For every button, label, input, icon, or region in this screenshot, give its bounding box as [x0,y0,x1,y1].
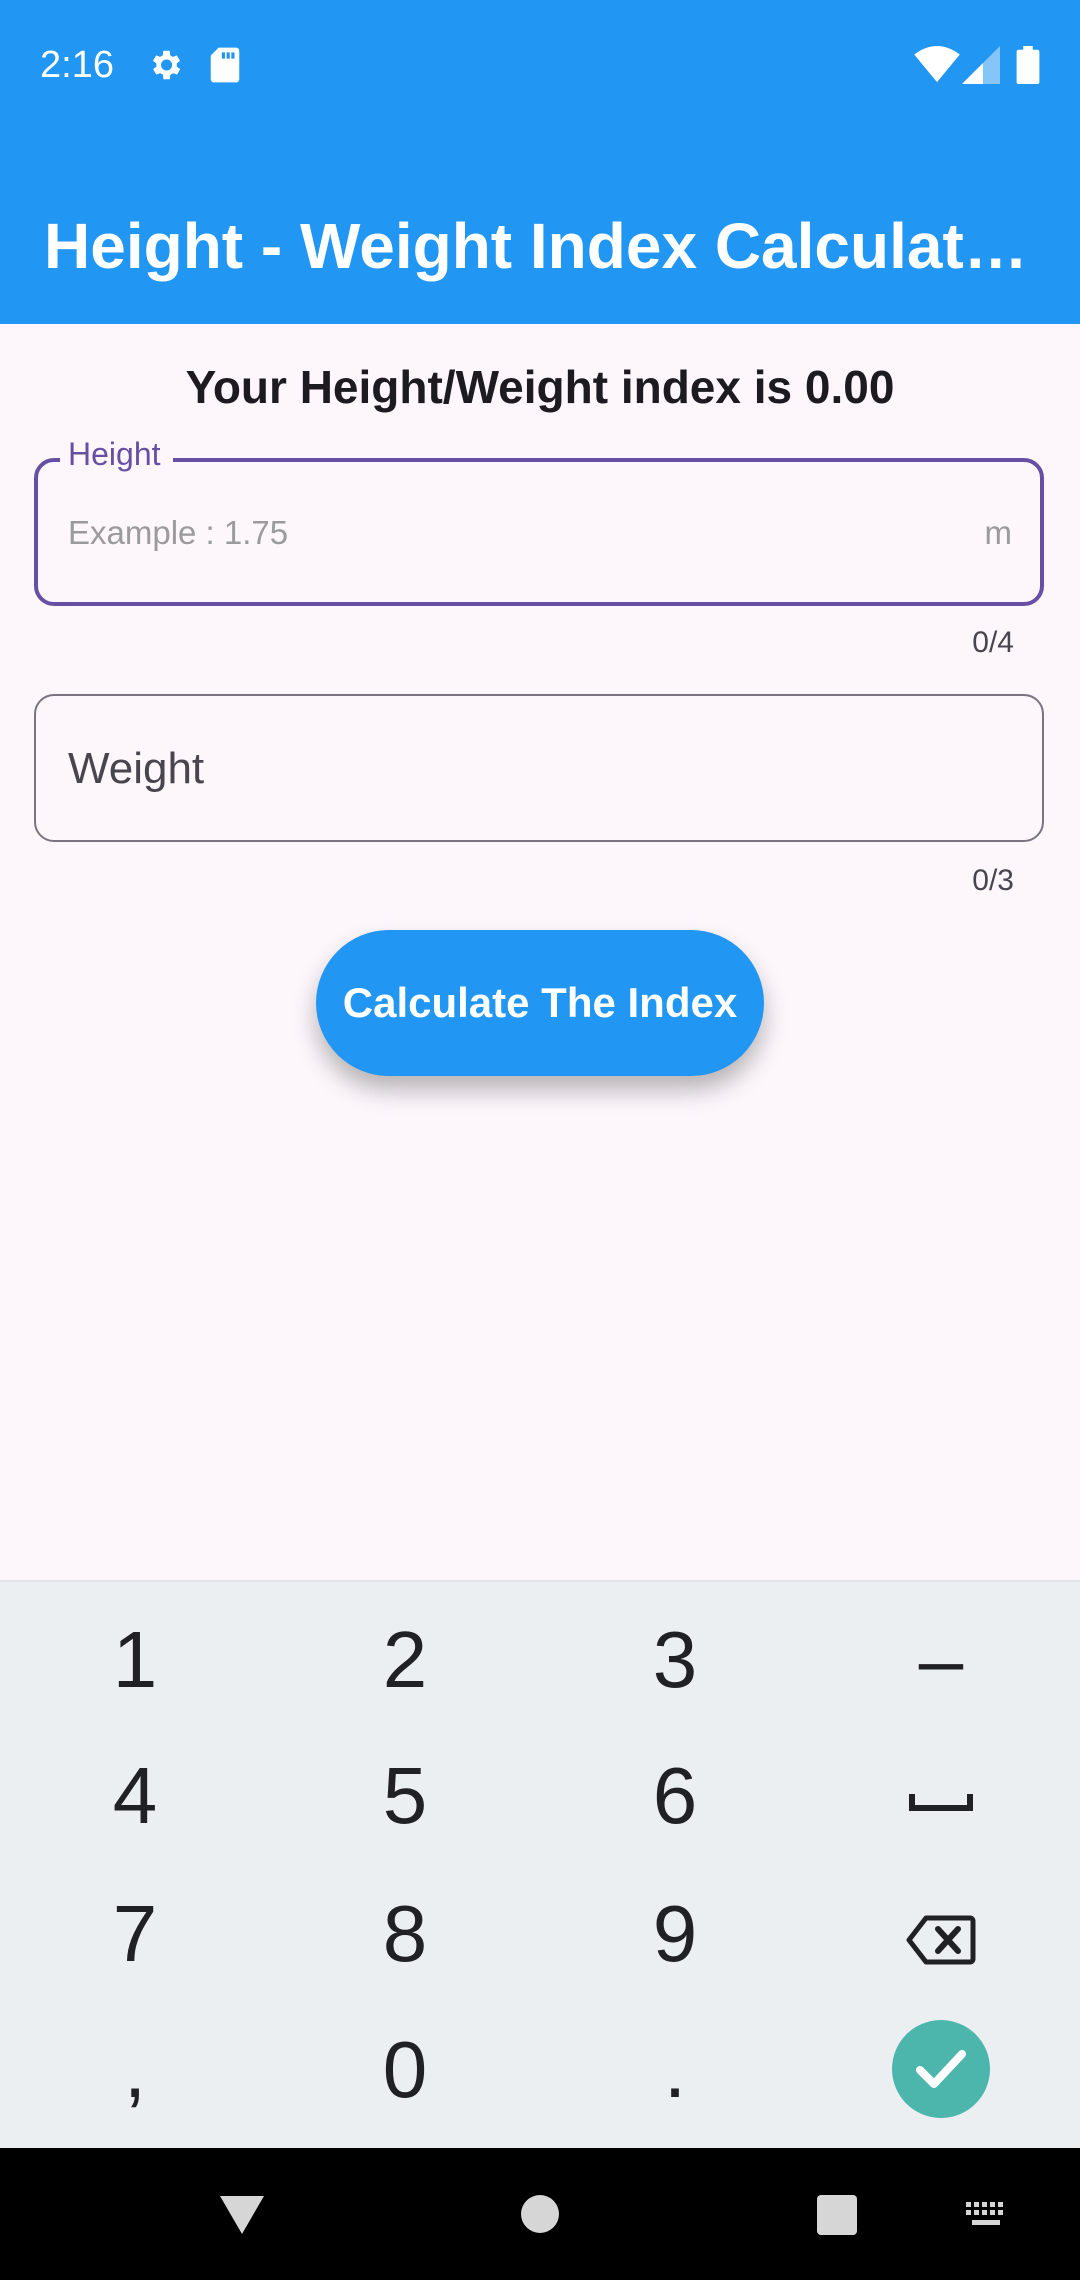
home-icon[interactable] [520,2194,560,2234]
settings-icon [152,50,181,80]
check-icon [916,2050,966,2088]
recents-icon[interactable] [816,2194,858,2236]
key-7[interactable]: 7 [0,1866,270,2002]
system-nav-bar [0,2148,1080,2280]
done-key[interactable] [892,2020,990,2118]
keyboard-switch-icon[interactable] [964,2200,1008,2230]
sd-card-icon [210,47,240,83]
back-icon[interactable] [218,2194,266,2236]
height-placeholder: Example : 1.75 [68,514,289,551]
space-icon [909,1793,973,1811]
app-bar: 2:16 Height - Weight Index Calculat… [0,0,1080,324]
key-2[interactable]: 2 [270,1592,540,1728]
key-4[interactable]: 4 [0,1728,270,1864]
status-time: 2:16 [40,44,114,86]
battery-icon [1016,46,1040,84]
key-period[interactable]: . [540,2002,810,2138]
key-5[interactable]: 5 [270,1728,540,1864]
result-text: Your Height/Weight index is 0.00 [185,361,895,413]
key-space[interactable] [806,1728,1076,1864]
backspace-icon [906,1915,976,1965]
key-backspace[interactable] [806,1866,1076,2002]
numeric-keyboard: 1 2 3 – 4 5 6 7 8 9 , 0 . [0,1580,1080,2150]
key-3[interactable]: 3 [540,1592,810,1728]
key-8[interactable]: 8 [270,1866,540,2002]
height-input[interactable]: Height Example : 1.75 m [34,436,1044,606]
cell-signal-icon [962,46,1000,84]
weight-input[interactable]: Weight [34,694,1044,842]
key-comma[interactable]: , [0,2002,270,2138]
wifi-icon [914,46,960,83]
app-title: Height - Weight Index Calculat… [44,210,1028,282]
key-0[interactable]: 0 [270,2002,540,2138]
height-unit-suffix: m [984,514,1013,551]
weight-label: Weight [68,744,205,793]
key-1[interactable]: 1 [0,1592,270,1728]
calculate-button[interactable]: Calculate The Index [316,930,764,1076]
key-6[interactable]: 6 [540,1728,810,1864]
height-label: Height [60,436,173,473]
key-minus[interactable]: – [806,1592,1076,1728]
weight-char-counter: 0/3 [972,864,1014,897]
height-char-counter: 0/4 [972,626,1014,659]
key-9[interactable]: 9 [540,1866,810,2002]
